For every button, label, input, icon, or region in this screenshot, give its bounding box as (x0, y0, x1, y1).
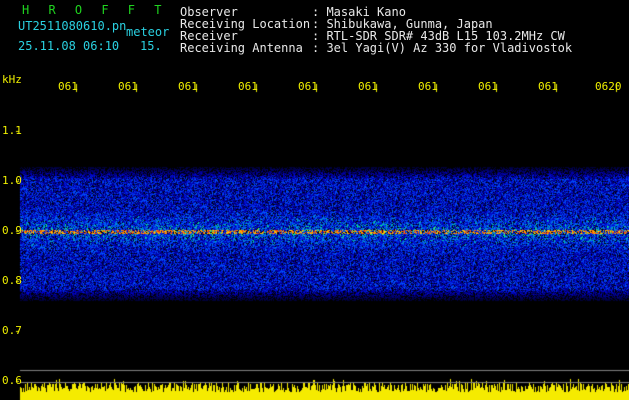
type-label: meteor (126, 25, 170, 39)
y-unit-label: kHz (2, 73, 22, 86)
y-tick-label: 0.8 (2, 274, 22, 287)
x-tick-label: 0620 (595, 80, 622, 93)
antenna-value: : 3el Yagi(V) Az 330 for Vladivostok (312, 41, 573, 55)
datetime-label: 25.11.08 06:10 (18, 39, 120, 53)
x-tick-label: 061 (178, 80, 198, 93)
x-tick-label: 061 (58, 80, 78, 93)
x-tick-label: 061 (478, 80, 498, 93)
x-tick-label: 061 (298, 80, 318, 93)
x-tick-label: 061 (538, 80, 558, 93)
program-title: H R O F F T (22, 3, 168, 17)
y-tick-label: 1.1 (2, 124, 22, 137)
y-tick-label: 0.9 (2, 224, 22, 237)
y-tick-label: 1.0 (2, 174, 22, 187)
filename-label: UT2511080610.pn (18, 19, 127, 33)
x-tick-label: 061 (238, 80, 258, 93)
interval-label: 15. (140, 39, 162, 53)
y-tick-label: 0.7 (2, 324, 22, 337)
y-tick-label: 0.6 (2, 374, 22, 387)
x-tick-label: 061 (118, 80, 138, 93)
spectrogram-canvas (0, 0, 629, 400)
x-tick-label: 061 (358, 80, 378, 93)
antenna-label: Receiving Antenna (180, 41, 303, 55)
x-tick-label: 061 (418, 80, 438, 93)
